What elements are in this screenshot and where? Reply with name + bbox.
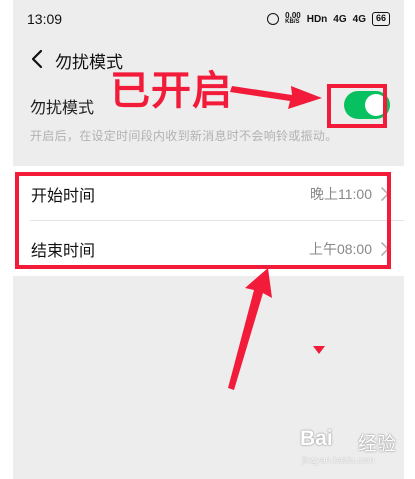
- status-time: 13:09: [27, 11, 63, 27]
- alarm-icon: [267, 13, 280, 25]
- watermark-brand: Bai: [300, 427, 333, 450]
- status-bar: 13:09 0.00 KB/S HDn 4G 4G 66: [13, 0, 404, 40]
- hd-icon: HDn: [306, 13, 328, 25]
- time-rows-highlight-box: [15, 172, 391, 269]
- network-speed-value: 0.00: [285, 11, 301, 20]
- signal-icon-2: 4G: [352, 13, 366, 25]
- network-speed: 0.00 KB/S: [285, 12, 301, 26]
- toggle-highlight-box: [327, 84, 387, 128]
- back-arrow-icon[interactable]: [25, 45, 51, 73]
- annotation-enabled-text: 已开启: [110, 68, 233, 114]
- dnd-label: 勿扰模式: [30, 98, 95, 117]
- status-icons: 0.00 KB/S HDn 4G 4G 66: [267, 12, 390, 26]
- baidu-watermark: Bai 经验 jingyan.baidu.com: [300, 425, 404, 471]
- watermark-url: jingyan.baidu.com: [302, 455, 375, 465]
- dnd-description: 开启后，在设定时间段内收到新消息时不会响铃或振动。: [30, 129, 338, 143]
- battery-icon: 66: [371, 12, 390, 26]
- network-speed-unit: KB/S: [285, 19, 300, 25]
- signal-icon-1: 4G: [333, 13, 347, 25]
- watermark-suffix: 经验: [358, 433, 397, 455]
